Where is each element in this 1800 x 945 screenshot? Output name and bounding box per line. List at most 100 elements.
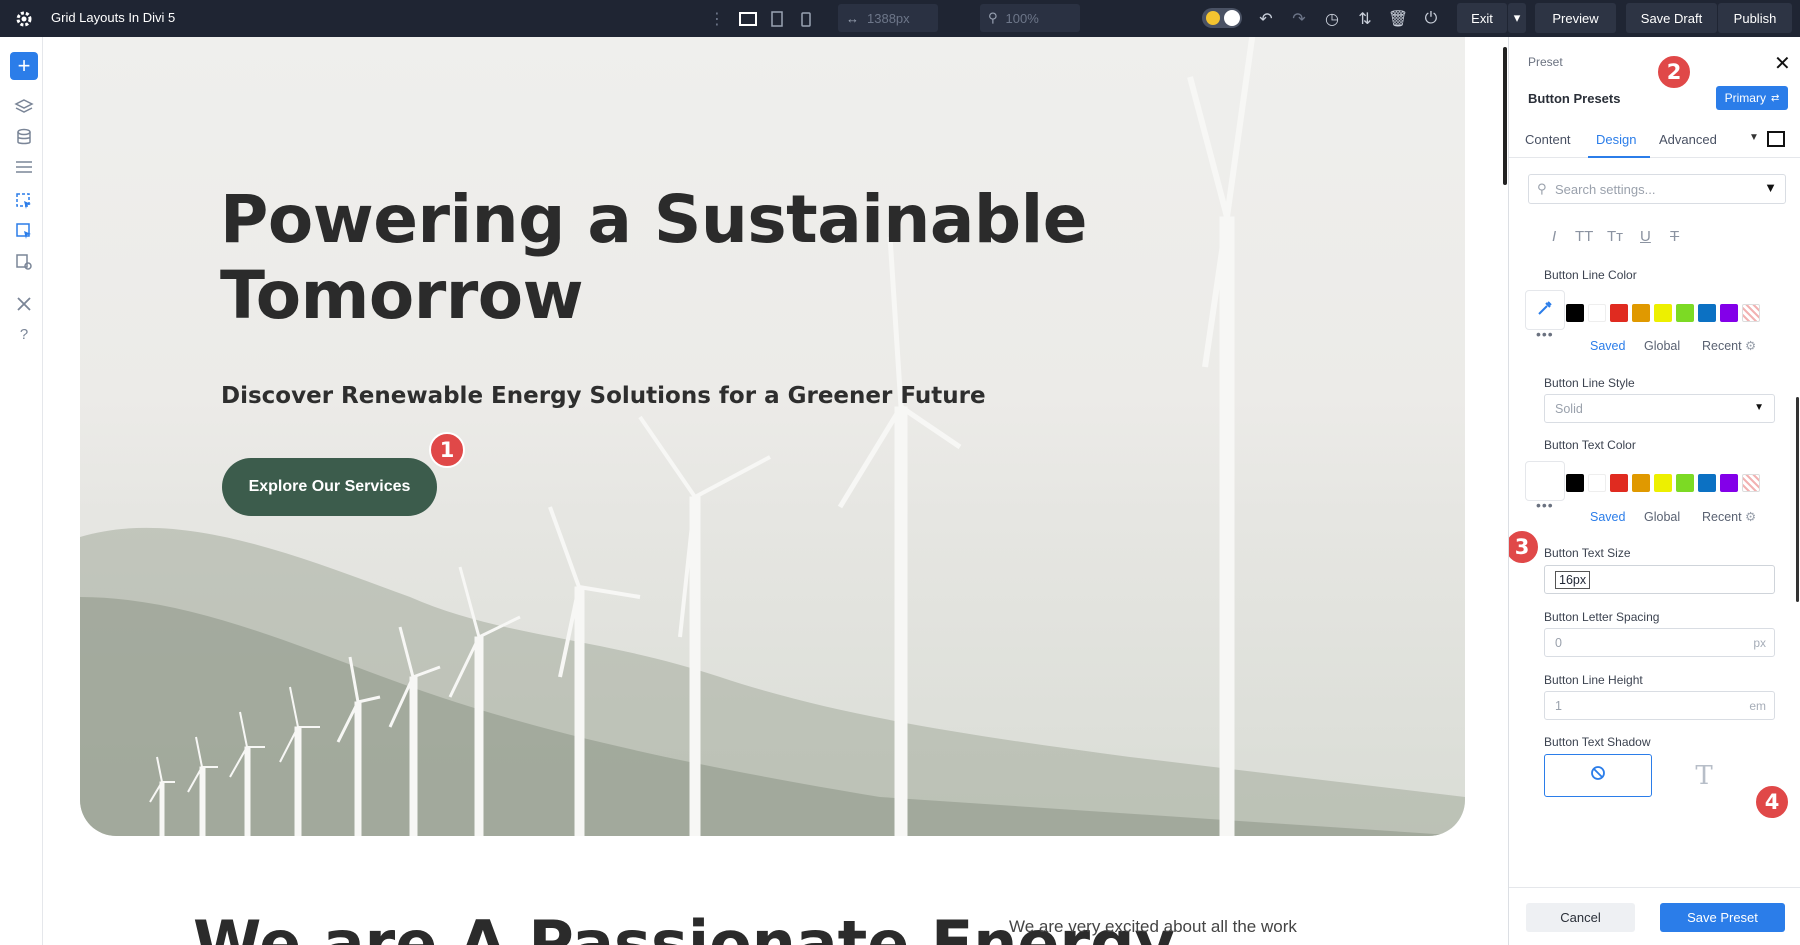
swatch-white[interactable] [1588,304,1606,322]
hero-heading: Powering a Sustainable Tomorrow [220,181,1088,334]
panel-body: I TT Tт U T Button Line Color ••• Saved … [1509,222,1800,887]
tabs-dropdown-chevron-icon[interactable]: ▼ [1749,132,1759,143]
swatch-red[interactable] [1610,304,1628,322]
link-recent[interactable]: Recent [1702,510,1742,524]
swatch-green[interactable] [1676,474,1694,492]
left-sidebar: + ? [0,37,43,945]
active-tab-indicator [1588,156,1650,158]
link-saved[interactable]: Saved [1590,510,1625,524]
link-saved[interactable]: Saved [1590,339,1625,353]
italic-icon[interactable]: I [1552,228,1556,245]
pages-cursor-icon[interactable] [12,219,36,243]
history-clock-icon[interactable]: ◷ [1321,8,1343,30]
redo-icon[interactable]: ↷ [1288,8,1310,30]
strikethrough-icon[interactable]: T [1670,228,1679,245]
link-global[interactable]: Global [1644,510,1680,524]
panel-footer: Cancel Save Preset [1509,887,1800,945]
palette-settings-gear-icon[interactable]: ⚙ [1745,338,1756,353]
select-chevron-down-icon: ▼ [1754,402,1764,413]
publish-button[interactable]: Publish [1718,3,1792,33]
text-shadow-none-option[interactable] [1544,754,1652,797]
text-color-swatches [1566,474,1776,494]
tab-design[interactable]: Design [1596,132,1636,147]
swatch-purple[interactable] [1720,474,1738,492]
swatch-orange[interactable] [1632,304,1650,322]
power-icon[interactable]: ⏻ [1420,8,1442,30]
panel-scrollbar[interactable] [1796,397,1799,602]
theme-toggle[interactable] [1202,8,1242,28]
trash-icon[interactable]: 🗑︎ [1387,8,1409,30]
letter-spacing-input[interactable]: 0 px [1544,628,1775,657]
phone-view-icon[interactable] [795,8,817,30]
desktop-view-icon[interactable] [737,8,759,30]
builder-canvas: Powering a Sustainable Tomorrow Discover… [43,37,1508,945]
tablet-view-icon[interactable] [766,8,788,30]
text-shadow-preset-icon[interactable]: T [1684,754,1724,797]
exit-button[interactable]: Exit [1457,3,1507,33]
canvas-width-field[interactable]: ↔ 1388px [838,4,938,32]
layout-search-icon[interactable] [12,250,36,274]
cancel-button[interactable]: Cancel [1526,903,1635,932]
step-badge-1: 1 [429,432,465,468]
drag-handle-icon[interactable]: ⋮ [706,8,728,30]
explore-services-button[interactable]: Explore Our Services [222,458,437,516]
undo-icon[interactable]: ↶ [1255,8,1277,30]
list-settings-icon[interactable] [12,155,36,179]
line-color-picker[interactable] [1525,290,1565,330]
text-size-input[interactable]: 16px [1544,565,1775,594]
settings-panel: Preset Button Presets ✕ 2 Primary ⇄ Cont… [1508,37,1800,945]
add-plus-icon[interactable]: + [10,52,38,80]
palette-settings-gear-icon[interactable]: ⚙ [1745,509,1756,524]
line-style-select[interactable]: Solid ▼ [1544,394,1775,423]
tab-advanced[interactable]: Advanced [1659,132,1717,147]
save-draft-button[interactable]: Save Draft [1626,3,1717,33]
swatch-transparent[interactable] [1742,474,1760,492]
panel-tabs: Content Design Advanced ▼ [1509,123,1800,158]
swatch-yellow[interactable] [1654,304,1672,322]
settings-gear-icon[interactable] [14,9,34,29]
underline-icon[interactable]: U [1640,228,1651,245]
hero-subheading: Discover Renewable Energy Solutions for … [221,383,986,409]
swatch-white[interactable] [1588,474,1606,492]
sun-icon [1206,11,1220,25]
preset-primary-button[interactable]: Primary ⇄ [1716,86,1788,110]
swatch-green[interactable] [1676,304,1694,322]
database-icon[interactable] [12,125,36,149]
tab-content[interactable]: Content [1525,132,1571,147]
exit-dropdown-chevron-icon[interactable]: ▾ [1508,3,1526,33]
text-color-picker[interactable] [1525,461,1565,501]
canvas-scrollbar[interactable] [1503,47,1507,185]
swatch-blue[interactable] [1698,304,1716,322]
swatch-yellow[interactable] [1654,474,1672,492]
tools-icon[interactable] [12,292,36,316]
preview-button[interactable]: Preview [1535,3,1616,33]
link-recent[interactable]: Recent [1702,339,1742,353]
sort-arrows-icon[interactable]: ⇅ [1354,8,1376,30]
swatch-purple[interactable] [1720,304,1738,322]
more-dots-icon[interactable]: ••• [1536,326,1554,342]
capitalize-icon[interactable]: Tт [1607,228,1623,245]
help-question-icon[interactable]: ? [12,322,36,346]
eyedropper-icon [1537,300,1553,321]
uppercase-icon[interactable]: TT [1575,228,1593,245]
swatch-red[interactable] [1610,474,1628,492]
text-size-label: Button Text Size [1544,546,1631,560]
swatch-black[interactable] [1566,304,1584,322]
layers-icon[interactable] [12,95,36,119]
expand-panel-icon[interactable] [1767,131,1785,150]
link-global[interactable]: Global [1644,339,1680,353]
swatch-black[interactable] [1566,474,1584,492]
wind-turbines-image [80,37,1465,836]
more-dots-icon[interactable]: ••• [1536,497,1554,513]
close-icon[interactable]: ✕ [1774,51,1791,76]
zoom-field[interactable]: ⚲ 100% [980,4,1080,32]
save-preset-button[interactable]: Save Preset [1660,903,1785,932]
swatch-transparent[interactable] [1742,304,1760,322]
letter-spacing-label: Button Letter Spacing [1544,610,1660,624]
search-settings-input[interactable]: ⚲ Search settings... ▼ [1528,174,1786,204]
swatch-orange[interactable] [1632,474,1650,492]
swatch-blue[interactable] [1698,474,1716,492]
filter-icon[interactable]: ▼ [1764,180,1777,195]
page-cursor-icon[interactable] [12,189,36,213]
line-height-input[interactable]: 1 em [1544,691,1775,720]
